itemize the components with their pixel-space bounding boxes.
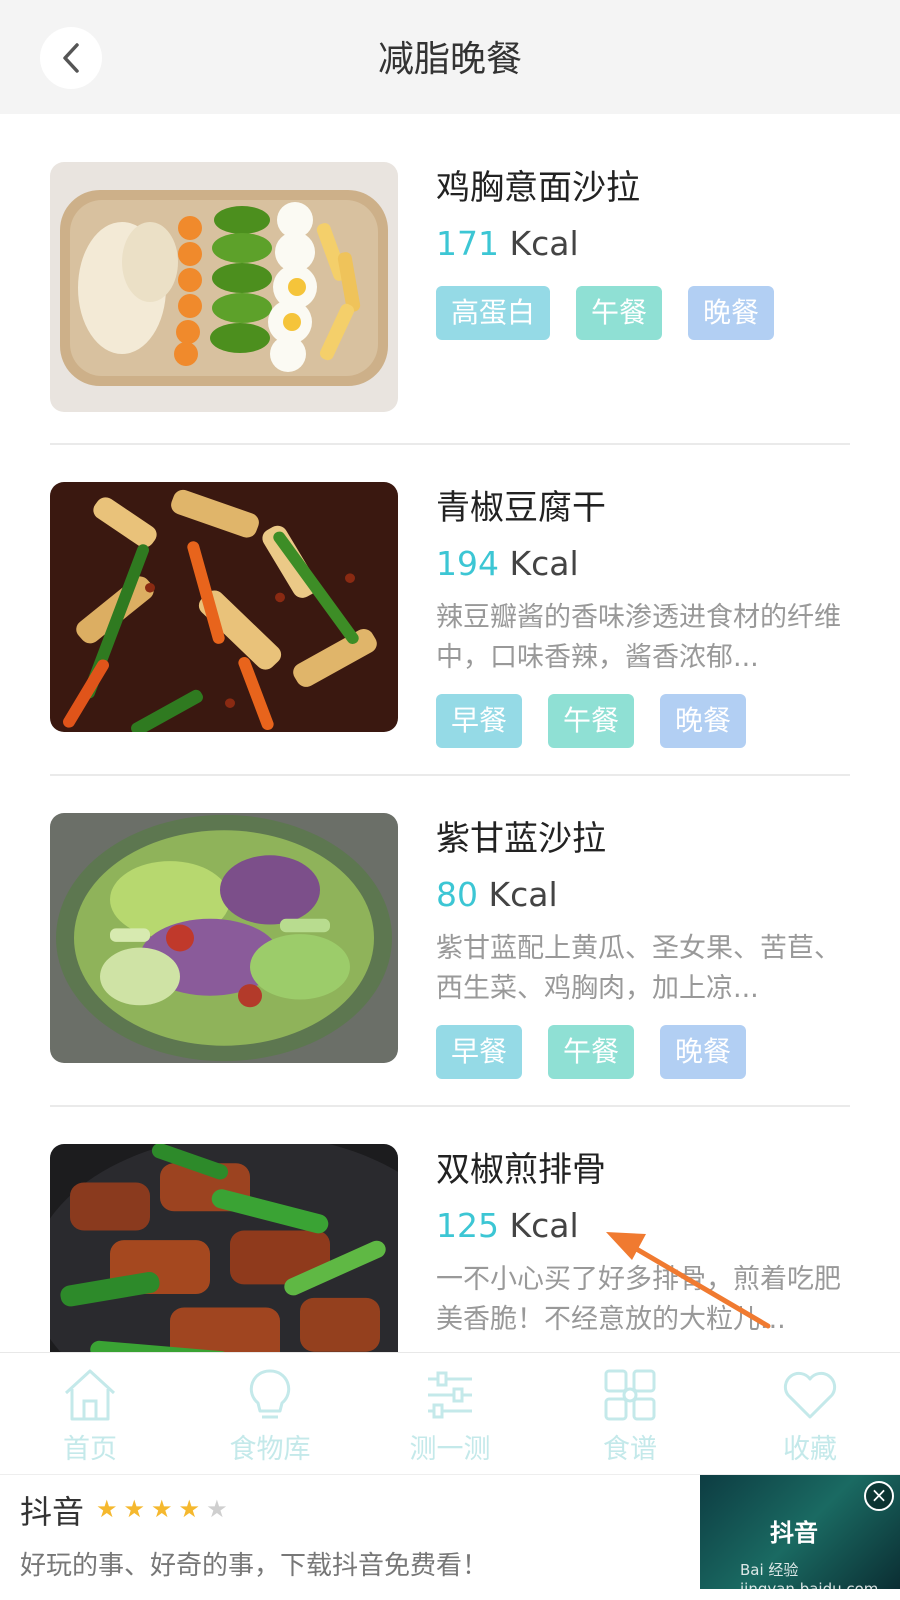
ad-description: 好玩的事、好奇的事，下载抖音免费看！ <box>20 1551 489 1581</box>
recipe-tags: 高蛋白 午餐 晚餐 <box>436 286 856 340</box>
recipe-name: 紫甘蓝沙拉 <box>436 819 606 859</box>
header-bar: 减脂晚餐 <box>0 0 900 114</box>
star-icon: ★ <box>123 1495 146 1523</box>
tag-label: 午餐 <box>548 1025 635 1079</box>
recipe-image <box>50 1144 398 1352</box>
tab-label: 食物库 <box>229 1434 311 1465</box>
recipe-info: 双椒煎排骨 125 Kcal 一不小心买了好多排骨，煎着吃肥美香脆！不经意放的大… <box>436 1144 856 1340</box>
tag-label: 晚餐 <box>660 694 747 748</box>
recipe-description: 辣豆瓣酱的香味渗透进食材的纤维中，口味香辣，酱香浓郁... <box>436 602 841 673</box>
ad-brand-logo: 抖音 <box>770 1519 818 1547</box>
sliders-icon <box>428 1371 472 1419</box>
recipe-image <box>50 813 398 1063</box>
recipe-kcal: 194 Kcal <box>436 544 579 583</box>
tag-label: 高蛋白 <box>436 286 551 340</box>
recipe-kcal: 125 Kcal <box>436 1206 579 1245</box>
tag-label: 午餐 <box>548 694 635 748</box>
recipe-image <box>50 482 398 732</box>
home-icon <box>64 1369 116 1421</box>
recipe-info: 鸡胸意面沙拉 171 Kcal 高蛋白 午餐 晚餐 <box>436 162 856 340</box>
tab-favorites[interactable]: 收藏 <box>720 1353 900 1475</box>
tab-test[interactable]: 测一测 <box>360 1353 540 1475</box>
recipe-tags: 早餐 午餐 晚餐 <box>436 1025 856 1079</box>
recipe-name: 青椒豆腐干 <box>436 488 606 528</box>
recipe-name: 双椒煎排骨 <box>436 1150 606 1190</box>
tag-label: 早餐 <box>436 694 523 748</box>
ad-image[interactable]: 抖音 Bai 经验 jingyan.baidu.com × <box>700 1475 900 1589</box>
star-icon: ★ <box>151 1495 173 1523</box>
page-title: 减脂晚餐 <box>377 39 522 80</box>
recipe-info: 青椒豆腐干 194 Kcal 辣豆瓣酱的香味渗透进食材的纤维中，口味香辣，酱香浓… <box>436 482 856 748</box>
divider <box>50 1105 850 1107</box>
tab-label: 收藏 <box>783 1434 837 1465</box>
recipe-image <box>50 162 398 412</box>
divider <box>50 774 850 776</box>
tab-label: 食谱 <box>603 1434 657 1465</box>
star-icon: ★ <box>178 1495 201 1523</box>
tag-label: 早餐 <box>436 1025 523 1079</box>
tab-recipes[interactable]: 食谱 <box>540 1353 720 1475</box>
ad-rating: ★ ★ ★ ★ ★ <box>96 1495 228 1523</box>
watermark: Bai 经验 jingyan.baidu.com <box>740 1561 879 1589</box>
bottom-tab-bar: 首页 食物库 测一测 食谱 收藏 <box>0 1352 900 1474</box>
tab-food-library[interactable]: 食物库 <box>180 1353 360 1475</box>
recipe-kcal: 80 Kcal <box>436 875 558 914</box>
recipe-name: 鸡胸意面沙拉 <box>436 168 640 208</box>
close-icon[interactable]: × <box>864 1481 894 1511</box>
recipe-description: 紫甘蓝配上黄瓜、圣女果、苦苣、西生菜、鸡胸肉，加上凉... <box>436 933 841 1004</box>
recipe-kcal: 171 Kcal <box>436 224 579 263</box>
tag-label: 晚餐 <box>688 286 775 340</box>
tag-label: 午餐 <box>576 286 663 340</box>
tab-home[interactable]: 首页 <box>0 1353 180 1475</box>
recipe-description: 一不小心买了好多排骨，煎着吃肥美香脆！不经意放的大粒儿... <box>436 1264 841 1335</box>
tag-label: 晚餐 <box>660 1025 747 1079</box>
tab-label: 首页 <box>63 1434 117 1465</box>
recipe-list[interactable]: 鸡胸意面沙拉 171 Kcal 高蛋白 午餐 晚餐 青椒豆腐干 194 Kcal… <box>0 114 900 1352</box>
tab-label: 测一测 <box>409 1434 491 1465</box>
grid-icon <box>604 1369 656 1421</box>
lightbulb-icon <box>249 1369 291 1419</box>
recipe-info: 紫甘蓝沙拉 80 Kcal 紫甘蓝配上黄瓜、圣女果、苦苣、西生菜、鸡胸肉，加上凉… <box>436 813 856 1079</box>
ad-title: 抖音 <box>20 1493 85 1531</box>
recipe-tags: 早餐 午餐 晚餐 <box>436 694 856 748</box>
star-icon: ★ <box>96 1495 118 1523</box>
heart-icon <box>783 1371 837 1419</box>
ad-banner[interactable]: 抖音 ★ ★ ★ ★ ★ 好玩的事、好奇的事，下载抖音免费看！ 抖音 Bai 经… <box>0 1474 900 1600</box>
star-icon: ★ <box>206 1495 228 1523</box>
divider <box>50 443 850 445</box>
